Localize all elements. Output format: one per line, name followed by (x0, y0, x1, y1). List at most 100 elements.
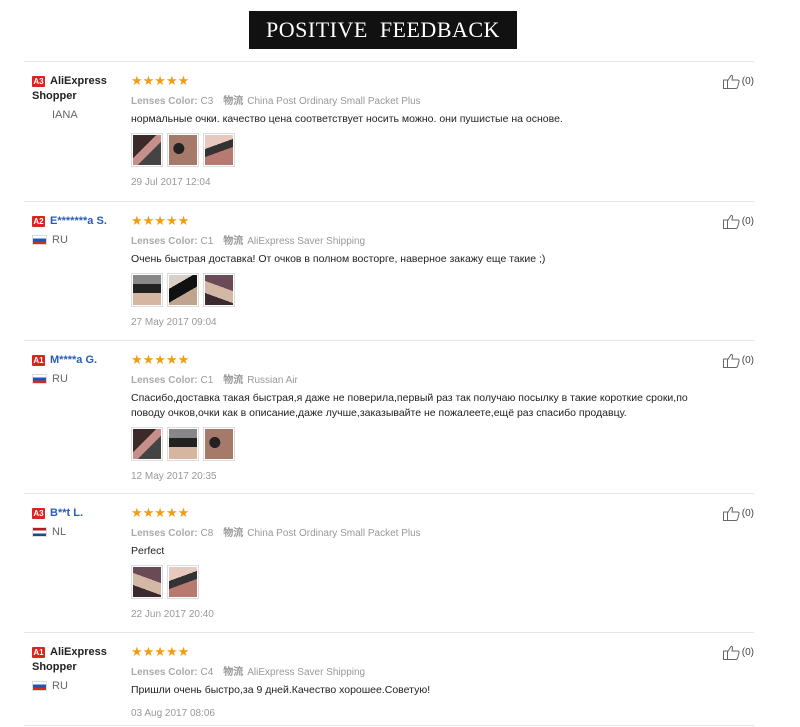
photo-image (133, 567, 161, 597)
review-body: ★★★★★ Lenses Color: C8 物流 China Post Ordina… (131, 506, 694, 620)
review-date: 03 Aug 2017 08:06 (131, 708, 215, 719)
helpful-button[interactable]: (0) (722, 645, 754, 660)
review-date: 29 Jul 2017 12:04 (131, 177, 211, 188)
buyer-level-badge: A3 (32, 75, 45, 87)
review-photo-thumbnail[interactable] (131, 133, 163, 167)
star-rating: ★★★★★ (131, 352, 190, 367)
thumbs-up-icon (722, 74, 740, 89)
photo-image (205, 275, 233, 305)
photo-image (169, 135, 197, 165)
reviewer-name-row: A1 AliExpress Shopper (32, 645, 130, 675)
lenses-color-label: Lenses Color: (131, 667, 198, 678)
review-photos (131, 273, 694, 307)
helpful-button[interactable]: (0) (722, 506, 754, 521)
shipping-method: AliExpress Saver Shipping (247, 236, 366, 247)
review-photo-thumbnail[interactable] (131, 565, 163, 599)
review-photo-thumbnail[interactable] (203, 273, 235, 307)
review-text: Очень быстрая доставка! От очков в полно… (131, 253, 546, 265)
order-info: Lenses Color: C1 物流 Russian Air (131, 371, 694, 386)
logistics-label: 物流 (223, 96, 244, 107)
shipping-info: 物流 AliExpress Saver Shipping (223, 236, 365, 247)
buyer-level-badge: A3 (32, 507, 45, 519)
review-item: A3 AliExpress Shopper IANA ★★★★★ Lenses Colo… (24, 61, 754, 201)
shipping-info: 物流 China Post Ordinary Small Packet Plus (223, 96, 420, 107)
country-code: NL (52, 525, 67, 538)
helpful-button[interactable]: (0) (722, 353, 754, 368)
country-flag-icon (32, 680, 47, 691)
helpful-button[interactable]: (0) (722, 74, 754, 89)
logistics-label: 物流 (223, 667, 244, 678)
reviewer-info: A1 AliExpress Shopper RU (32, 645, 130, 692)
review-photo-thumbnail[interactable] (131, 273, 163, 307)
review-item: A1 M****a G. RU ★★★★★ Lenses Color: C1 物流 Russ… (24, 340, 754, 493)
review-photo-thumbnail[interactable] (203, 133, 235, 167)
shipping-method: China Post Ordinary Small Packet Plus (247, 96, 421, 107)
reviewer-country: RU (32, 679, 130, 692)
photo-image (169, 567, 197, 597)
reviewer-name-row: A1 M****a G. (32, 353, 130, 368)
helpful-count: (0) (741, 76, 754, 87)
photo-image (205, 429, 233, 459)
thumbs-up-icon (722, 353, 740, 368)
review-text: Perfect (131, 545, 165, 557)
buyer-level-badge: A1 (32, 354, 45, 366)
review-photos (131, 427, 694, 461)
review-photo-thumbnail[interactable] (167, 427, 199, 461)
lenses-color-label: Lenses Color: (131, 236, 198, 247)
review-photo-thumbnail[interactable] (203, 427, 235, 461)
review-item: A2 E*******a S. RU ★★★★★ Lenses Color: C1 物流 A… (24, 201, 754, 340)
shipping-info: 物流 AliExpress Saver Shipping (223, 667, 365, 678)
logistics-label: 物流 (223, 236, 244, 247)
reviewer-info: A3 AliExpress Shopper IANA (32, 74, 130, 121)
country-code: IANA (52, 108, 78, 121)
review-photo-thumbnail[interactable] (167, 133, 199, 167)
lenses-color-value: C1 (200, 375, 214, 386)
photo-image (169, 429, 197, 459)
photo-image (133, 135, 161, 165)
star-rating: ★★★★★ (131, 73, 190, 88)
country-code: RU (52, 679, 68, 692)
review-item: A3 B**t L. NL ★★★★★ Lenses Color: C8 物流 China … (24, 493, 754, 632)
reviewer-name[interactable]: E*******a S. (50, 215, 107, 227)
review-body: ★★★★★ Lenses Color: C1 物流 Russian Air Спасиб… (131, 353, 694, 482)
review-photo-thumbnail[interactable] (131, 427, 163, 461)
reviewer-country: IANA (32, 108, 130, 121)
helpful-count: (0) (741, 216, 754, 227)
buyer-level-badge: A1 (32, 646, 45, 658)
photo-image (133, 275, 161, 305)
review-photos (131, 565, 694, 599)
review-date: 22 Jun 2017 20:40 (131, 609, 214, 620)
review-photos (131, 133, 694, 167)
star-rating: ★★★★★ (131, 505, 190, 520)
reviewer-country: NL (32, 525, 130, 538)
country-flag-icon (32, 234, 47, 245)
review-text: Спасибо,доставка такая быстрая,я даже не… (131, 392, 688, 419)
helpful-button[interactable]: (0) (722, 214, 754, 229)
reviewer-country: RU (32, 233, 130, 246)
thumbs-up-icon (722, 214, 740, 229)
lenses-color-value: C4 (200, 667, 214, 678)
lenses-color-value: C3 (200, 96, 214, 107)
review-photo-thumbnail[interactable] (167, 565, 199, 599)
review-photo-thumbnail[interactable] (167, 273, 199, 307)
country-flag-icon (32, 373, 47, 384)
reviewer-name-row: A2 E*******a S. (32, 214, 130, 229)
buyer-level-badge: A2 (32, 215, 45, 227)
lenses-color-label: Lenses Color: (131, 528, 198, 539)
shipping-method: China Post Ordinary Small Packet Plus (247, 528, 421, 539)
reviewer-name-row: A3 B**t L. (32, 506, 130, 521)
lenses-color-value: C8 (200, 528, 214, 539)
reviewer-name[interactable]: M****a G. (50, 354, 97, 366)
lenses-color-label: Lenses Color: (131, 375, 198, 386)
shipping-method: AliExpress Saver Shipping (247, 667, 366, 678)
review-list: A3 AliExpress Shopper IANA ★★★★★ Lenses Colo… (24, 61, 754, 726)
review-body: ★★★★★ Lenses Color: C4 物流 AliExpress Saver … (131, 645, 694, 720)
shipping-info: 物流 Russian Air (223, 375, 298, 386)
review-date: 12 May 2017 20:35 (131, 471, 217, 482)
lenses-color-label: Lenses Color: (131, 96, 198, 107)
reviewer-name[interactable]: B**t L. (50, 507, 83, 519)
reviewer-name-row: A3 AliExpress Shopper (32, 74, 130, 104)
order-info: Lenses Color: C8 物流 China Post Ordinary Sm… (131, 524, 694, 539)
shipping-method: Russian Air (247, 375, 298, 386)
shipping-info: 物流 China Post Ordinary Small Packet Plus (223, 528, 420, 539)
